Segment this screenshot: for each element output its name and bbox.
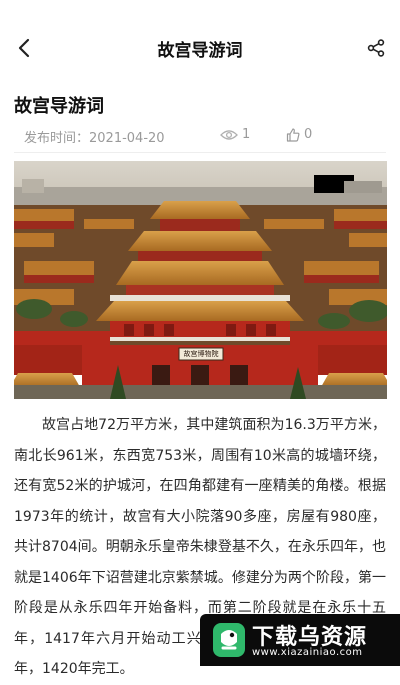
top-navigation-bar: 故宫导游词 [0,0,400,96]
publish-time-label: 发布时间： [24,131,90,146]
article-meta: 发布时间：2021-04-20 1 0 [14,127,386,147]
page-title: 故宫导游词 [157,41,243,61]
divider [14,152,386,153]
like-count-value: 0 [304,127,313,142]
view-count-value: 1 [242,127,251,142]
gate-plaque-text: 故宫博物院 [183,350,219,358]
view-count: 1 [220,127,250,142]
eye-icon [220,129,238,140]
forbidden-city-photo: 故宫博物院 [14,161,387,399]
share-icon [367,39,385,57]
watermark-banner: 下载乌资源 www.xiazainiao.com [200,614,400,666]
thumbs-up-icon [286,127,300,142]
article-title: 故宫导游词 [14,96,104,117]
watermark-url: www.xiazainiao.com [252,647,363,658]
publish-date: 2021-04-20 [89,131,165,146]
like-button[interactable]: 0 [286,127,312,142]
share-button[interactable] [362,34,390,62]
bird-logo-icon [213,623,245,657]
publish-time: 发布时间：2021-04-20 [24,127,165,146]
